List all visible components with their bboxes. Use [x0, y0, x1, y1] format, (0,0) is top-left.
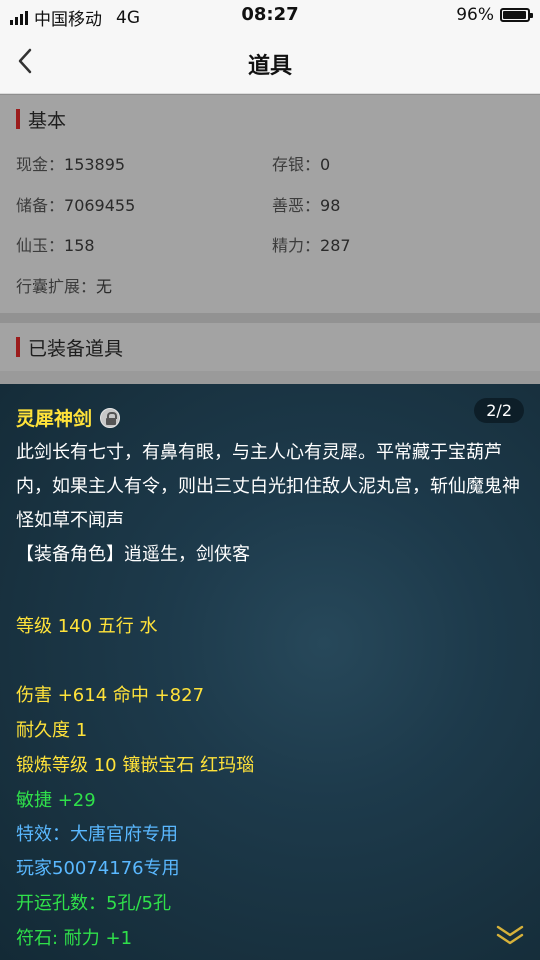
stat-value: 0	[320, 155, 331, 174]
stat-label: 精力：	[272, 236, 321, 255]
stat-value: 158	[64, 236, 95, 255]
stat-label: 善恶：	[272, 196, 321, 215]
stat-label: 现金：	[16, 155, 65, 174]
stat-label: 存银：	[272, 155, 321, 174]
page-indicator: 2/2	[474, 398, 524, 423]
stat-value: 98	[320, 196, 341, 215]
double-chevron-down-icon[interactable]	[496, 924, 524, 946]
forge-line: 锻炼等级 10 镶嵌宝石 红玛瑙	[16, 755, 255, 776]
stat-label: 行囊扩展：	[16, 277, 97, 296]
stat-value: 153895	[64, 155, 126, 174]
status-right: 96%	[456, 5, 533, 25]
holes-line: 开运孔数：5孔/5孔	[16, 893, 171, 914]
stat-value: 7069455	[64, 196, 136, 215]
battery-percent: 96%	[456, 5, 494, 25]
nav-bar: 道具	[0, 30, 540, 94]
agility-line: 敏捷 +29	[16, 790, 96, 811]
page-title: 道具	[247, 54, 292, 79]
stat-label: 储备：	[16, 196, 65, 215]
equip-role-line: 【装备角色】逍遥生，剑侠客	[16, 544, 250, 565]
stat-savings: 存银：0	[272, 151, 330, 175]
equipped-section-header: 已装备道具	[0, 323, 540, 371]
basic-section-header: 基本	[0, 95, 540, 143]
status-bar: 中国移动 4G 08:27 96%	[0, 0, 540, 30]
damage-line: 伤害 +614 命中 +827	[16, 685, 205, 706]
section-divider	[0, 313, 540, 323]
basic-section: 基本 现金：153895 存银：0 储备：7069455 善恶：98 仙玉：15…	[0, 95, 540, 313]
durability-line: 耐久度 1	[16, 720, 88, 741]
basic-stats-grid: 现金：153895 存银：0 储备：7069455 善恶：98 仙玉：158 精…	[0, 143, 540, 313]
equipped-section-title: 已装备道具	[28, 337, 124, 360]
effect-line: 特效：大唐官府专用	[16, 824, 178, 845]
section-marker	[16, 337, 20, 357]
basic-section-title: 基本	[28, 109, 67, 132]
item-header: 灵犀神剑	[16, 404, 121, 431]
item-detail-panel[interactable]: 2/2 灵犀神剑 此剑长有七寸，有鼻有眼，与主人心有灵犀。平常藏于宝葫芦内，如果…	[0, 384, 540, 960]
item-name: 灵犀神剑	[16, 408, 93, 430]
lock-coin-icon	[100, 407, 121, 428]
battery-icon	[500, 8, 533, 22]
stat-value: 无	[96, 277, 113, 296]
item-description: 此剑长有七寸，有鼻有眼，与主人心有灵犀。平常藏于宝葫芦内，如果主人有令，则出三丈…	[16, 436, 524, 572]
level-line: 等级 140 五行 水	[16, 616, 158, 637]
description-text: 此剑长有七寸，有鼻有眼，与主人心有灵犀。平常藏于宝葫芦内，如果主人有令，则出三丈…	[16, 442, 520, 531]
stat-bag-expand: 行囊扩展：无	[16, 273, 112, 297]
stat-label: 仙玉：	[16, 236, 65, 255]
stat-value: 287	[320, 236, 351, 255]
equipped-section: 已装备道具	[0, 323, 540, 371]
stat-energy: 精力：287	[272, 232, 351, 256]
player-line: 玩家50074176专用	[16, 858, 180, 879]
section-marker	[16, 109, 20, 129]
rune-line: 符石: 耐力 +1	[16, 928, 133, 949]
stat-cash: 现金：153895	[16, 151, 125, 175]
stat-reserve: 储备：7069455	[16, 192, 135, 216]
stat-jade: 仙玉：158	[16, 232, 95, 256]
battery-fill	[503, 11, 527, 19]
stat-karma: 善恶：98	[272, 192, 340, 216]
